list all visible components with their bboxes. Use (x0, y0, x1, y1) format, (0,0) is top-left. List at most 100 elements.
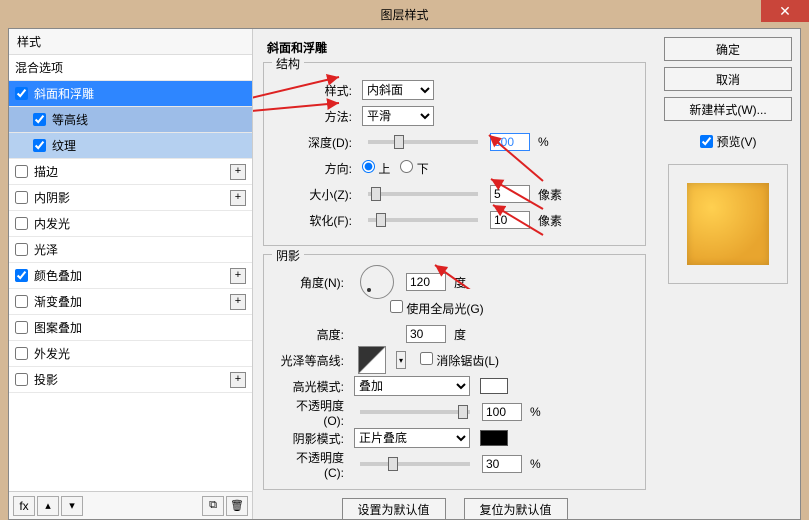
style-row-12[interactable]: 投影 + (9, 367, 252, 393)
sh-mode-select[interactable]: 正片叠底 (354, 428, 470, 448)
style-row-0[interactable]: 混合选项 (9, 55, 252, 81)
sh-opacity-input[interactable] (482, 455, 522, 473)
hl-color-swatch[interactable] (480, 378, 508, 394)
cancel-button[interactable]: 取消 (664, 67, 792, 91)
hl-mode-label: 高光模式: (280, 378, 344, 395)
structure-group: 结构 样式: 内斜面 方法: 平滑 深度(D): % 方向: (263, 62, 646, 246)
style-checkbox[interactable] (15, 373, 28, 386)
style-row-8[interactable]: 颜色叠加+ (9, 263, 252, 289)
style-checkbox[interactable] (15, 217, 28, 230)
style-checkbox[interactable] (33, 113, 46, 126)
trash-icon[interactable]: 🗑 (226, 496, 248, 516)
contour-dropdown-icon[interactable]: ▾ (396, 351, 406, 369)
structure-group-title: 结构 (272, 55, 304, 72)
titlebar: 图层样式 ✕ (0, 0, 809, 28)
style-row-5[interactable]: 内阴影 + (9, 185, 252, 211)
style-checkbox[interactable] (15, 243, 28, 256)
gloss-contour-picker[interactable] (358, 346, 386, 374)
direction-down[interactable]: 下 (400, 160, 428, 177)
style-checkbox[interactable] (15, 165, 28, 178)
angle-input[interactable] (406, 273, 446, 291)
footer-down-icon[interactable]: ▾ (61, 496, 83, 516)
style-checkbox[interactable] (15, 295, 28, 308)
style-label: 投影 (34, 371, 58, 388)
direction-label: 方向: (280, 160, 352, 177)
ok-button[interactable]: 确定 (664, 37, 792, 61)
add-effect-icon[interactable]: + (230, 268, 246, 284)
style-label: 外发光 (34, 345, 70, 362)
styles-footer: fx ▴ ▾ ⧉ 🗑 (9, 491, 252, 519)
depth-slider[interactable] (368, 140, 478, 144)
style-checkbox[interactable] (15, 269, 28, 282)
angle-unit: 度 (454, 274, 466, 291)
style-checkbox[interactable] (15, 321, 28, 334)
style-checkbox[interactable] (33, 139, 46, 152)
antialias-check[interactable]: 消除锯齿(L) (420, 352, 499, 369)
style-row-4[interactable]: 描边 + (9, 159, 252, 185)
close-button[interactable]: ✕ (761, 0, 809, 22)
method-select[interactable]: 平滑 (362, 106, 434, 126)
style-label: 混合选项 (15, 59, 63, 76)
style-label: 样式: (280, 82, 352, 99)
size-input[interactable] (490, 185, 530, 203)
style-checkbox[interactable] (15, 87, 28, 100)
fx-menu-button[interactable]: fx (13, 496, 35, 516)
footer-add-icon[interactable]: ⧉ (202, 496, 224, 516)
new-style-button[interactable]: 新建样式(W)... (664, 97, 792, 121)
preview-swatch (687, 183, 769, 265)
action-panel: 确定 取消 新建样式(W)... 预览(V) (656, 29, 800, 519)
style-label: 斜面和浮雕 (34, 85, 94, 102)
sh-mode-label: 阴影模式: (280, 430, 344, 447)
angle-dial[interactable] (360, 265, 394, 299)
style-row-2[interactable]: 等高线 (9, 107, 252, 133)
style-row-6[interactable]: 内发光 (9, 211, 252, 237)
hl-opacity-label: 不透明度(O): (280, 397, 344, 428)
style-label: 内发光 (34, 215, 70, 232)
add-effect-icon[interactable]: + (230, 164, 246, 180)
altitude-input[interactable] (406, 325, 446, 343)
options-panel: 斜面和浮雕 结构 样式: 内斜面 方法: 平滑 深度(D): % (253, 29, 656, 519)
style-row-7[interactable]: 光泽 (9, 237, 252, 263)
preview-check[interactable]: 预览(V) (664, 133, 792, 150)
soften-unit: 像素 (538, 212, 562, 229)
dialog-title: 图层样式 (380, 6, 428, 23)
hl-opacity-input[interactable] (482, 403, 522, 421)
soften-input[interactable] (490, 211, 530, 229)
direction-radios: 上 下 (362, 160, 429, 177)
hl-mode-select[interactable]: 叠加 (354, 376, 470, 396)
styles-header: 样式 (9, 29, 252, 55)
style-row-3[interactable]: 纹理 (9, 133, 252, 159)
size-slider[interactable] (368, 192, 478, 196)
style-label: 光泽 (34, 241, 58, 258)
add-effect-icon[interactable]: + (230, 372, 246, 388)
style-label: 纹理 (52, 137, 76, 154)
direction-up[interactable]: 上 (362, 160, 390, 177)
soften-slider[interactable] (368, 218, 478, 222)
footer-up-icon[interactable]: ▴ (37, 496, 59, 516)
hl-opacity-slider[interactable] (360, 410, 470, 414)
style-checkbox[interactable] (15, 347, 28, 360)
add-effect-icon[interactable]: + (230, 294, 246, 310)
global-light-check[interactable]: 使用全局光(G) (390, 300, 484, 317)
shading-group: 阴影 角度(N): 度 使用全局光(G) 高度: 度 (263, 254, 646, 490)
style-row-10[interactable]: 图案叠加 (9, 315, 252, 341)
panel-title: 斜面和浮雕 (267, 39, 646, 56)
set-default-button[interactable]: 设置为默认值 (342, 498, 446, 519)
style-row-11[interactable]: 外发光 (9, 341, 252, 367)
add-effect-icon[interactable]: + (230, 190, 246, 206)
sh-color-swatch[interactable] (480, 430, 508, 446)
style-row-9[interactable]: 渐变叠加+ (9, 289, 252, 315)
style-row-1[interactable]: 斜面和浮雕 (9, 81, 252, 107)
altitude-unit: 度 (454, 326, 466, 343)
reset-default-button[interactable]: 复位为默认值 (464, 498, 568, 519)
preview-box (668, 164, 788, 284)
style-label: 内阴影 (34, 189, 70, 206)
style-checkbox[interactable] (15, 191, 28, 204)
sh-opacity-slider[interactable] (360, 462, 470, 466)
sh-opacity-unit: % (530, 457, 541, 471)
soften-label: 软化(F): (280, 212, 352, 229)
depth-input[interactable] (490, 133, 530, 151)
style-label: 等高线 (52, 111, 88, 128)
style-label: 描边 (34, 163, 58, 180)
style-select[interactable]: 内斜面 (362, 80, 434, 100)
